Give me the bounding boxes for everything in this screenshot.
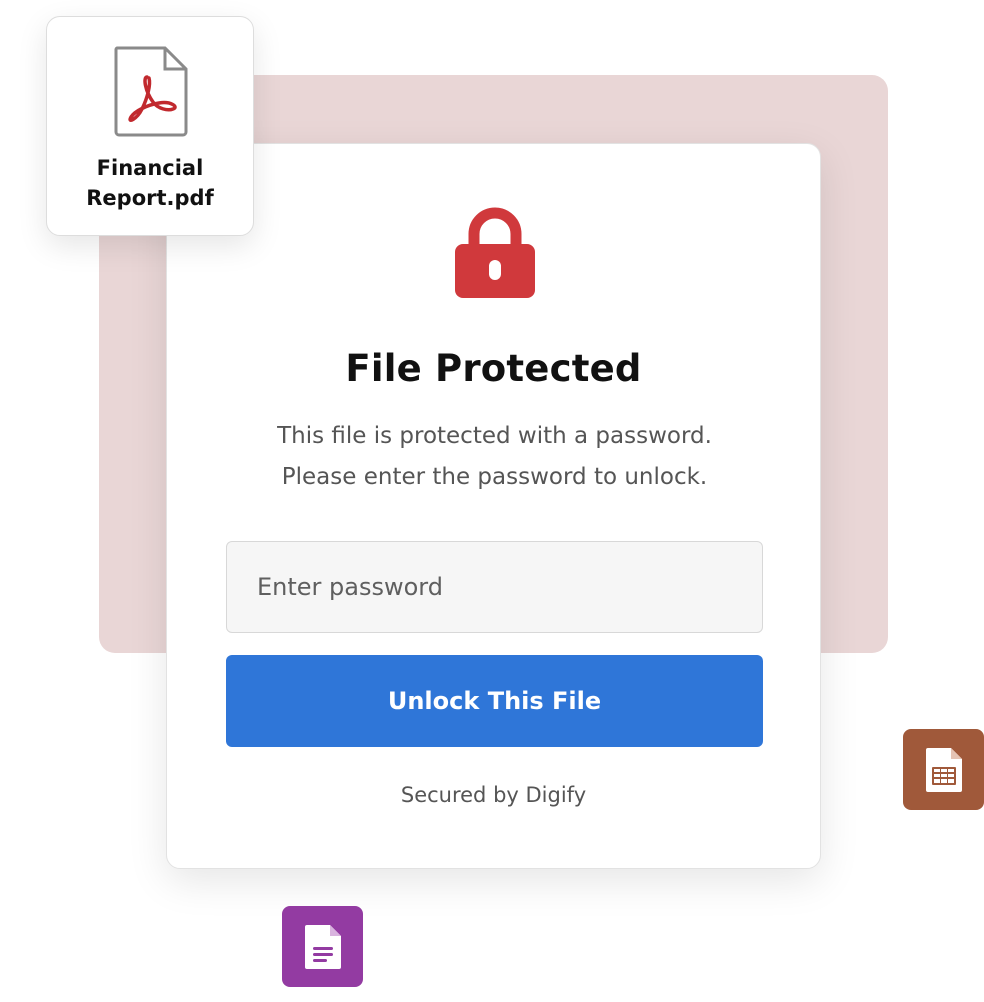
password-input[interactable] [226,541,763,633]
document-app-icon[interactable] [282,906,363,987]
dialog-description: This file is protected with a password. … [277,423,712,490]
file-name: Financial Report.pdf [86,156,214,210]
spreadsheet-icon [925,747,962,792]
pdf-file-icon [114,46,188,137]
file-card: Financial Report.pdf [46,16,254,236]
spreadsheet-app-icon[interactable] [903,729,984,810]
document-icon [304,924,341,969]
password-dialog: File Protected This file is protected wi… [166,143,821,869]
secured-by-text: Secured by Digify [400,783,587,807]
stage: File Protected This file is protected wi… [0,0,984,1002]
lock-icon [455,207,535,298]
unlock-file-button[interactable]: Unlock This File [226,655,763,747]
dialog-title: File Protected [345,347,642,390]
